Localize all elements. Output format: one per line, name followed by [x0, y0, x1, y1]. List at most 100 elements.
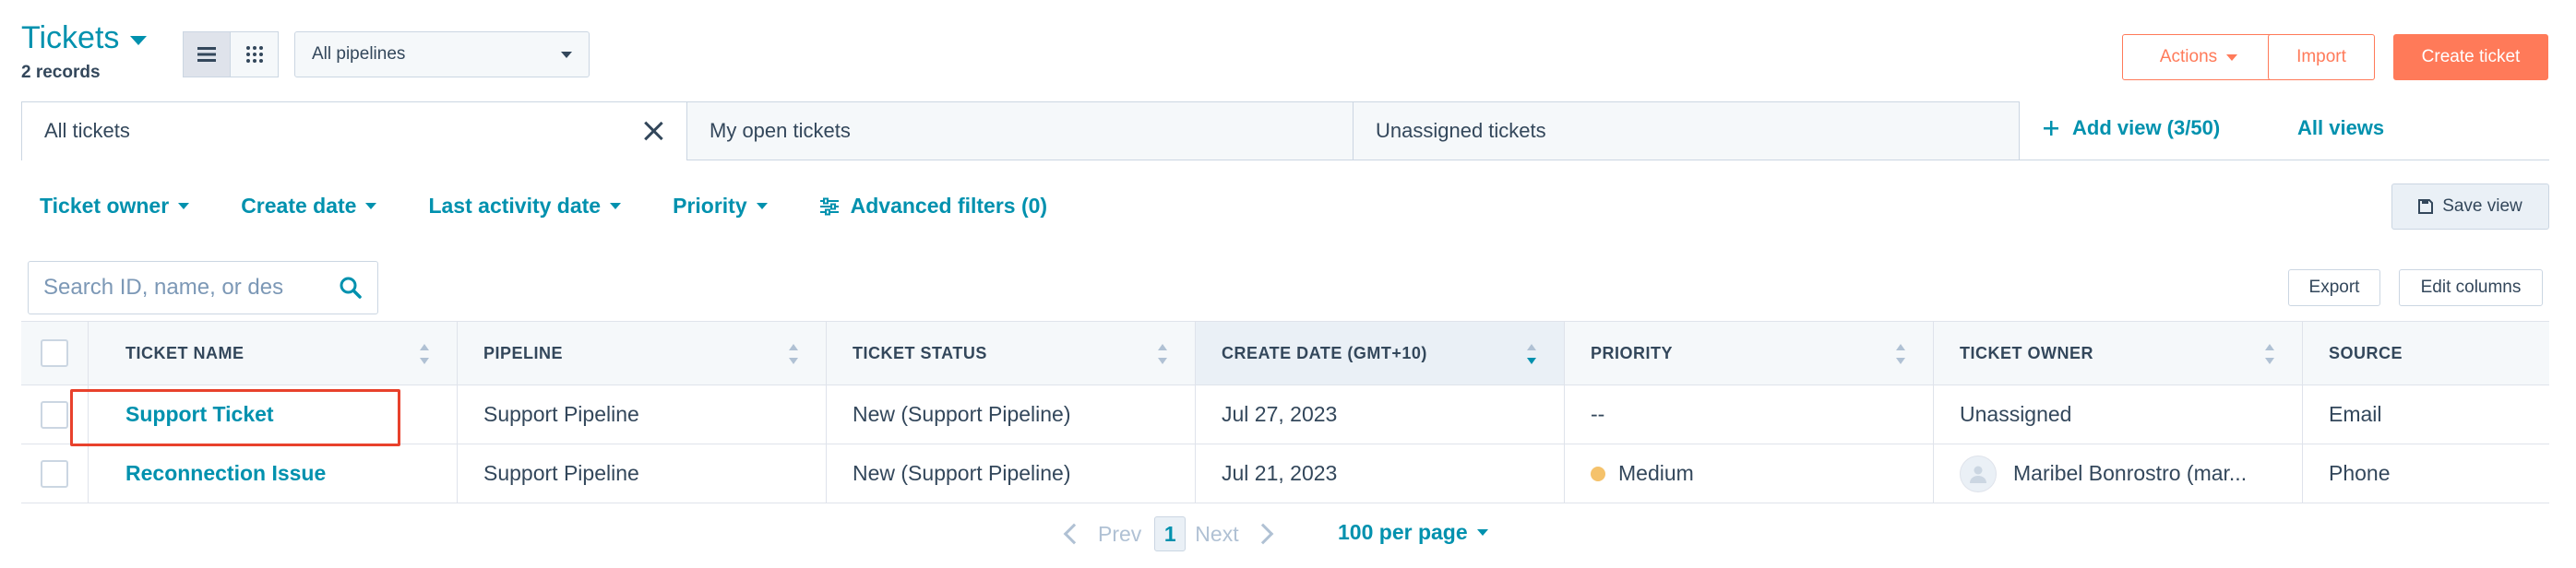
column-header-source[interactable]: SOURCE — [2303, 322, 2549, 385]
table-row: Reconnection Issue Support Pipeline New … — [21, 444, 2549, 503]
save-icon — [2418, 199, 2434, 214]
advanced-filters-label: Advanced filters (0) — [850, 194, 1048, 218]
column-header-ticket-owner[interactable]: TICKET OWNER — [1934, 322, 2303, 385]
priority-cell: -- — [1565, 385, 1934, 444]
source-cell: Email — [2329, 402, 2382, 426]
select-all-checkbox[interactable] — [41, 339, 68, 367]
tab-unassigned-tickets[interactable]: Unassigned tickets — [1354, 101, 2020, 160]
pipeline-select[interactable]: All pipelines — [294, 31, 590, 77]
filter-bar: Ticket owner Create date Last activity d… — [40, 194, 1047, 219]
record-count: 2 records — [21, 63, 101, 82]
search-box — [28, 261, 378, 314]
ticket-name-cell: Support Ticket — [89, 385, 458, 444]
header-checkbox-cell — [21, 322, 89, 385]
edit-columns-button[interactable]: Edit columns — [2399, 269, 2543, 306]
chevron-down-icon — [561, 51, 572, 58]
tab-my-open-tickets[interactable]: My open tickets — [687, 101, 1354, 160]
column-header-pipeline[interactable]: PIPELINE — [458, 322, 827, 385]
user-icon — [1970, 466, 1986, 483]
filter-label: Create date — [241, 194, 357, 218]
add-view-label: Add view (3/50) — [2072, 116, 2221, 139]
avatar — [1960, 455, 1997, 492]
column-header-label: SOURCE — [2329, 343, 2403, 362]
list-icon — [197, 47, 216, 62]
sort-icon[interactable] — [2265, 344, 2274, 364]
pipeline-cell: Support Pipeline — [458, 444, 827, 503]
table-header-row: TICKET NAME PIPELINE TICKET STATUS CREAT… — [21, 321, 2549, 385]
tickets-table: TICKET NAME PIPELINE TICKET STATUS CREAT… — [21, 321, 2549, 503]
column-header-label: CREATE DATE (GMT+10) — [1222, 343, 1427, 362]
page-title-text: Tickets — [21, 20, 120, 55]
owner-name: Maribel Bonrostro (mar... — [2013, 461, 2248, 485]
ticket-status-cell: New (Support Pipeline) — [827, 444, 1196, 503]
save-view-label: Save view — [2442, 196, 2522, 216]
sort-descending-icon[interactable] — [1527, 344, 1536, 364]
board-view-button[interactable] — [231, 31, 279, 77]
tab-label: All tickets — [44, 119, 130, 142]
tab-label: My open tickets — [710, 119, 851, 142]
row-checkbox[interactable] — [41, 459, 68, 488]
add-view-button[interactable]: Add view (3/50) — [2043, 116, 2220, 140]
column-header-priority[interactable]: PRIORITY — [1565, 322, 1934, 385]
column-header-label: TICKET OWNER — [1960, 343, 2093, 362]
ticket-owner-cell: Maribel Bonrostro (mar... — [1934, 444, 2303, 503]
filter-label: Last activity date — [428, 194, 602, 218]
pipeline-select-value: All pipelines — [312, 44, 406, 64]
ticket-name-cell: Reconnection Issue — [89, 444, 458, 503]
priority-label: Medium — [1618, 461, 1694, 485]
chevron-down-icon — [130, 35, 148, 45]
grid-icon — [245, 46, 263, 63]
save-view-button[interactable]: Save view — [2391, 183, 2549, 230]
ticket-owner-cell: Unassigned — [1934, 385, 2303, 444]
tab-all-tickets[interactable]: All tickets — [21, 101, 687, 160]
chevron-down-icon — [365, 203, 377, 209]
current-page[interactable]: 1 — [1154, 516, 1187, 551]
ticket-name-link[interactable]: Support Ticket — [125, 402, 274, 427]
sort-icon[interactable] — [789, 344, 798, 364]
column-header-ticket-status[interactable]: TICKET STATUS — [827, 322, 1196, 385]
sort-icon[interactable] — [1158, 344, 1167, 364]
actions-button[interactable]: Actions — [2122, 34, 2275, 80]
chevron-down-icon — [1476, 529, 1488, 536]
source-cell: Phone — [2329, 461, 2391, 485]
create-ticket-button[interactable]: Create ticket — [2393, 34, 2548, 80]
close-icon[interactable] — [642, 120, 664, 142]
export-button[interactable]: Export — [2288, 269, 2380, 306]
search-input[interactable] — [43, 275, 311, 301]
import-button[interactable]: Import — [2268, 34, 2375, 80]
chevron-down-icon — [756, 203, 768, 209]
pagination: Prev 1 Next — [1063, 516, 1273, 551]
ticket-name-link[interactable]: Reconnection Issue — [125, 461, 326, 486]
sort-icon[interactable] — [1896, 344, 1905, 364]
column-header-label: TICKET STATUS — [853, 343, 987, 362]
page-title[interactable]: Tickets — [21, 20, 148, 56]
column-header-label: PIPELINE — [483, 343, 564, 362]
next-button[interactable]: Next — [1195, 522, 1238, 547]
filter-last-activity-date[interactable]: Last activity date — [428, 194, 622, 219]
view-tabs: All tickets My open tickets Unassigned t… — [21, 101, 2020, 160]
plus-icon — [2044, 121, 2058, 136]
row-checkbox-cell — [21, 444, 89, 503]
create-date-cell: Jul 27, 2023 — [1196, 385, 1565, 444]
all-views-link[interactable]: All views — [2297, 116, 2384, 140]
prev-button[interactable]: Prev — [1098, 522, 1141, 547]
column-header-label: TICKET NAME — [125, 343, 244, 362]
chevron-right-icon — [1252, 523, 1273, 545]
list-view-button[interactable] — [183, 31, 231, 77]
row-checkbox[interactable] — [41, 400, 68, 429]
column-header-ticket-name[interactable]: TICKET NAME — [89, 322, 458, 385]
sort-icon[interactable] — [420, 344, 429, 364]
priority-cell: Medium — [1565, 444, 1934, 503]
filter-create-date[interactable]: Create date — [241, 194, 377, 219]
actions-label: Actions — [2159, 47, 2218, 66]
filter-priority[interactable]: Priority — [673, 194, 768, 219]
filter-ticket-owner[interactable]: Ticket owner — [40, 194, 190, 219]
chevron-down-icon — [610, 203, 622, 209]
advanced-filters-button[interactable]: Advanced filters (0) — [819, 194, 1047, 219]
per-page-select[interactable]: 100 per page — [1338, 520, 1488, 545]
search-icon[interactable] — [339, 276, 363, 300]
column-header-create-date[interactable]: CREATE DATE (GMT+10) — [1196, 322, 1565, 385]
column-header-label: PRIORITY — [1591, 343, 1674, 362]
filter-label: Priority — [673, 194, 747, 218]
per-page-label: 100 per page — [1338, 520, 1468, 544]
